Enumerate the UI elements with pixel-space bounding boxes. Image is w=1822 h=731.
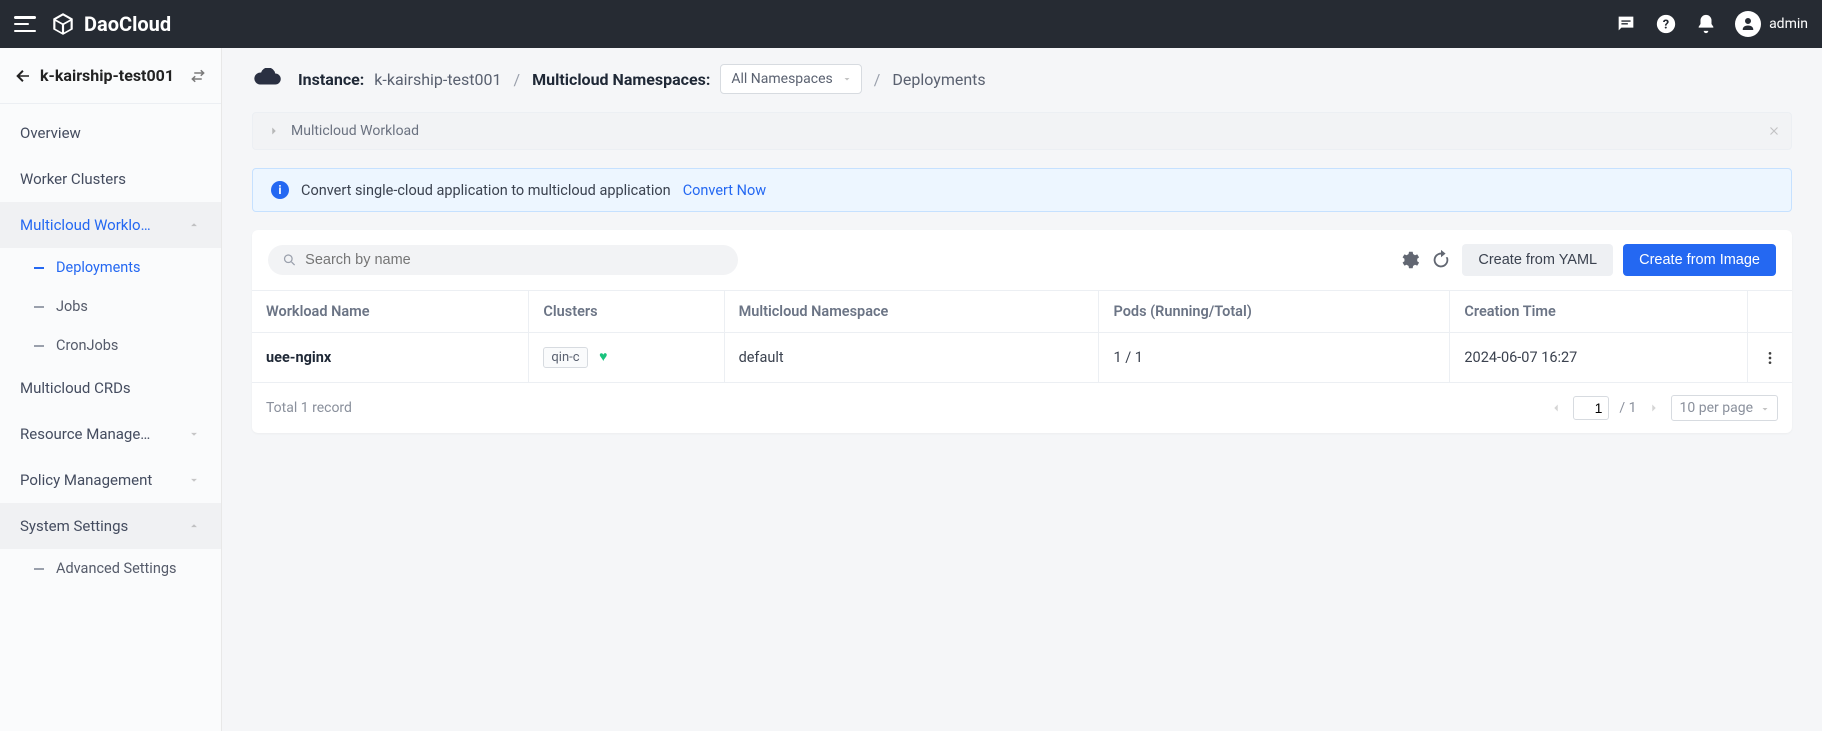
col-created[interactable]: Creation Time (1450, 291, 1748, 333)
instance-name: k-kairship-test001 (40, 66, 174, 85)
col-name[interactable]: Workload Name (252, 291, 529, 333)
dash-icon (34, 345, 44, 347)
message-icon[interactable] (1615, 13, 1637, 35)
more-actions-icon[interactable] (1762, 350, 1778, 366)
sidebar-item-label: Overview (20, 124, 81, 142)
sidebar-item-label: Resource Manage… (20, 425, 150, 443)
sidebar-item-label: Advanced Settings (56, 560, 176, 577)
table-row[interactable]: uee-nginx qin-c ♥ default 1 / 1 2024-06-… (252, 333, 1792, 383)
breadcrumb-page: Deployments (892, 70, 985, 89)
col-actions (1748, 291, 1793, 333)
chevron-right-icon (267, 124, 281, 138)
sidebar-item-label: Jobs (56, 298, 88, 315)
refresh-icon[interactable] (1430, 249, 1452, 271)
sidebar-item-label: Worker Clusters (20, 170, 126, 188)
brand[interactable]: DaoCloud (50, 11, 171, 37)
svg-text:?: ? (1663, 18, 1669, 33)
instance-value[interactable]: k-kairship-test001 (374, 70, 501, 89)
namespace-cell: default (724, 333, 1099, 383)
cluster-tag[interactable]: qin-c (543, 347, 587, 368)
search-input[interactable] (305, 252, 724, 268)
create-from-image-button[interactable]: Create from Image (1623, 244, 1776, 276)
instance-label: Instance: (298, 70, 364, 89)
chevron-down-icon (187, 427, 201, 441)
sidebar-item-multicloud-crds[interactable]: Multicloud CRDs (0, 365, 221, 411)
page-next-icon[interactable] (1647, 401, 1661, 415)
sidebar-item-multicloud-workload[interactable]: Multicloud Worklo… (0, 202, 221, 248)
search-box[interactable] (268, 245, 738, 275)
sidebar-item-label: Deployments (56, 259, 141, 276)
chevron-down-icon (187, 473, 201, 487)
user-name: admin (1769, 16, 1808, 32)
sidebar-item-jobs[interactable]: Jobs (34, 287, 221, 326)
ns-label: Multicloud Namespaces: (532, 70, 710, 89)
chevron-up-icon (187, 218, 201, 232)
page-prev-icon[interactable] (1549, 401, 1563, 415)
avatar-icon (1735, 11, 1761, 37)
page-total: / 1 (1619, 400, 1636, 416)
sidebar-item-label: CronJobs (56, 337, 118, 354)
created-cell: 2024-06-07 16:27 (1450, 333, 1748, 383)
sidebar-item-label: Multicloud Worklo… (20, 216, 151, 234)
menu-toggle[interactable] (14, 16, 36, 32)
chevron-down-icon (841, 73, 853, 85)
col-namespace[interactable]: Multicloud Namespace (724, 291, 1099, 333)
brand-logo-icon (50, 11, 76, 37)
total-records: Total 1 record (266, 400, 352, 416)
sidebar-item-overview[interactable]: Overview (0, 110, 221, 156)
dash-icon (34, 306, 44, 308)
workload-name[interactable]: uee-nginx (266, 349, 331, 366)
breadcrumb: Instance: k-kairship-test001 / Multiclou… (222, 48, 1822, 112)
sidebar-item-advanced-settings[interactable]: Advanced Settings (34, 549, 221, 588)
col-pods[interactable]: Pods (Running/Total) (1099, 291, 1450, 333)
banner-text: Convert single-cloud application to mult… (301, 182, 671, 199)
chevron-down-icon (1759, 403, 1771, 415)
col-clusters[interactable]: Clusters (529, 291, 724, 333)
namespace-select[interactable]: All Namespaces (720, 64, 861, 94)
heart-icon: ♥ (599, 349, 607, 365)
panel-header[interactable]: Multicloud Workload (252, 112, 1792, 150)
chevron-up-icon (187, 519, 201, 533)
per-page-label: 10 per page (1680, 400, 1753, 416)
swap-icon[interactable] (189, 67, 207, 85)
pods-cell: 1 / 1 (1099, 333, 1450, 383)
sidebar-item-resource-manage[interactable]: Resource Manage… (0, 411, 221, 457)
info-banner: i Convert single-cloud application to mu… (252, 168, 1792, 212)
gear-icon[interactable] (1398, 249, 1420, 271)
sidebar-item-policy-management[interactable]: Policy Management (0, 457, 221, 503)
sidebar-item-cronjobs[interactable]: CronJobs (34, 326, 221, 365)
convert-now-link[interactable]: Convert Now (683, 182, 766, 199)
sidebar-item-label: Multicloud CRDs (20, 379, 131, 397)
create-from-yaml-button[interactable]: Create from YAML (1462, 244, 1613, 276)
workloads-table: Workload Name Clusters Multicloud Namesp… (252, 290, 1792, 383)
sidebar-item-system-settings[interactable]: System Settings (0, 503, 221, 549)
brand-name: DaoCloud (84, 12, 171, 36)
bell-icon[interactable] (1695, 13, 1717, 35)
back-arrow-icon[interactable] (14, 67, 32, 85)
per-page-select[interactable]: 10 per page (1671, 395, 1778, 421)
sidebar-item-deployments[interactable]: Deployments (34, 248, 221, 287)
search-icon (282, 252, 297, 268)
dash-icon (34, 568, 44, 570)
namespace-selected: All Namespaces (731, 71, 832, 87)
sidebar-item-worker-clusters[interactable]: Worker Clusters (0, 156, 221, 202)
user-menu[interactable]: admin (1735, 11, 1808, 37)
dash-icon (34, 267, 44, 269)
cloud-icon (252, 68, 282, 90)
info-icon: i (271, 181, 289, 199)
panel-title: Multicloud Workload (291, 123, 419, 139)
sidebar-item-label: System Settings (20, 517, 128, 535)
page-input[interactable] (1573, 396, 1609, 420)
help-icon[interactable]: ? (1655, 13, 1677, 35)
close-icon[interactable] (1767, 124, 1781, 138)
sidebar-item-label: Policy Management (20, 471, 152, 489)
